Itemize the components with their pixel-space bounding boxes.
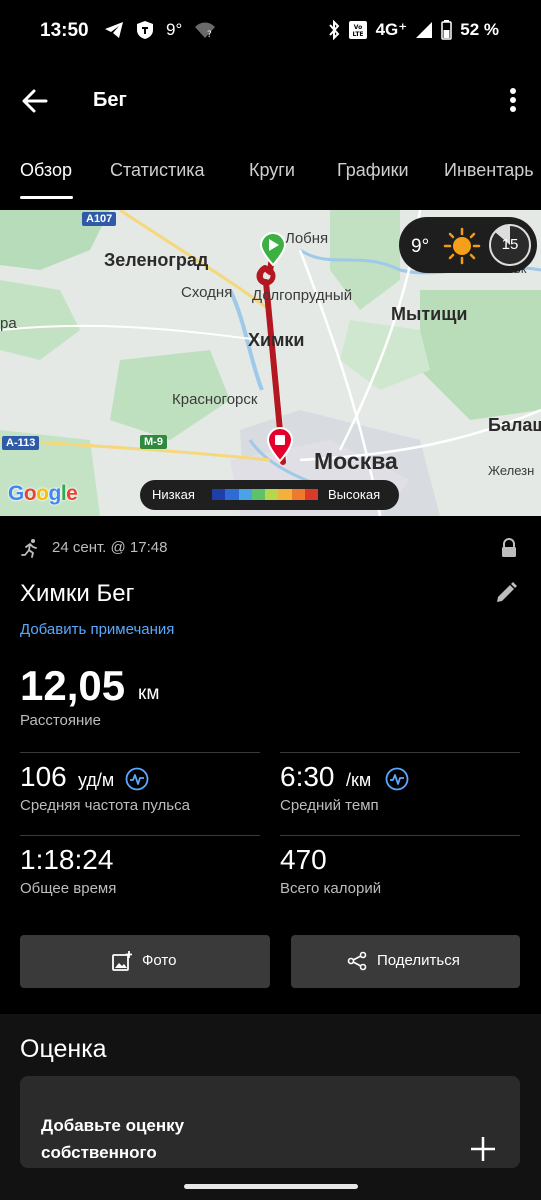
legend-low: Низкая (152, 487, 195, 502)
heart-rate-label: Средняя частота пульса (20, 797, 190, 814)
wifi-question-icon: ? (194, 21, 216, 39)
pace-value: 6:30 (280, 761, 335, 792)
more-vertical-icon (510, 88, 516, 112)
more-options-button[interactable] (505, 86, 521, 116)
back-button[interactable] (20, 86, 52, 116)
photo-button[interactable]: Фото (20, 935, 270, 988)
volte-icon: Vo LTE (348, 20, 368, 40)
evaluation-title: Оценка (20, 1035, 107, 1063)
distance-label: Расстояние (20, 712, 102, 729)
map-label-skhodnya: Сходня (181, 284, 233, 301)
svg-text:?: ? (207, 30, 212, 39)
tab-overview[interactable]: Обзор (20, 160, 72, 181)
plus-icon[interactable] (470, 1136, 496, 1162)
legend-color-bar (212, 489, 318, 500)
pace-unit: /км (346, 770, 372, 790)
map-label-left-edge: ра (0, 315, 17, 332)
svg-text:LTE: LTE (352, 31, 363, 38)
status-time: 13:50 (40, 20, 89, 41)
status-bar: 13:50 9° ? Vo LTE 4G⁺ 52 % (0, 0, 541, 64)
calories-value: 470 (280, 844, 327, 875)
pace-label: Средний темп (280, 797, 379, 814)
map-label-krasnogorsk: Красногорск (172, 391, 258, 408)
road-badge-m9: M-9 (140, 435, 167, 449)
edit-icon[interactable] (494, 581, 518, 605)
lock-icon[interactable] (500, 538, 518, 558)
road-badge-a107: A107 (82, 212, 117, 226)
tab-statistics[interactable]: Статистика (110, 160, 205, 181)
divider (280, 835, 520, 836)
share-button-label: Поделиться (377, 952, 460, 969)
map-label-zelenograd: Зеленоград (104, 250, 209, 270)
telegram-icon (104, 21, 124, 39)
distance-value: 12,05 (20, 662, 126, 709)
divider (20, 835, 260, 836)
divider (20, 752, 260, 753)
status-weather-temp: 9° (166, 20, 183, 39)
signal-icon (415, 21, 433, 39)
active-tab-indicator (20, 196, 73, 199)
activity-title: Химки Бег (20, 580, 135, 607)
battery-icon (441, 20, 452, 40)
legend-high: Высокая (328, 487, 381, 502)
tab-bar: Обзор Статистика Круги Графики Инвентарь (0, 150, 541, 202)
start-marker-icon (259, 232, 287, 266)
evaluation-card-text: Добавьте оценку собственного (41, 1116, 185, 1162)
tab-laps[interactable]: Круги (249, 160, 295, 181)
divider (280, 752, 520, 753)
total-time-label: Общее время (20, 880, 117, 897)
add-photo-icon (112, 951, 132, 971)
evaluation-card[interactable]: Добавьте оценку собственного (20, 1076, 520, 1168)
page-title: Бег (93, 89, 127, 111)
add-notes-link[interactable]: Добавить примечания (20, 621, 174, 638)
calories-label: Всего калорий (280, 880, 382, 897)
battery-percent: 52 % (460, 20, 499, 39)
finish-marker-icon (266, 427, 294, 462)
app-bar: Бег (0, 64, 541, 136)
map-label-zheleznodorozhny: Железн (488, 463, 535, 478)
heart-rate-icon[interactable] (125, 767, 149, 791)
distance-unit: км (138, 683, 160, 704)
total-time-value: 1:18:24 (20, 844, 114, 875)
pace-legend: Низкая Высокая (140, 480, 399, 510)
arrow-left-icon (22, 89, 48, 113)
map-label-lobnya: Лобня (285, 230, 329, 247)
network-type: 4G⁺ (375, 20, 408, 39)
wind-indicator: 15 (489, 224, 531, 266)
weather-temp: 9° (411, 236, 430, 257)
road-badge-a113: A-113 (2, 436, 40, 450)
route-map[interactable]: ра Зеленоград Сходня Лобня Долгопрудный … (0, 210, 541, 516)
home-indicator[interactable] (184, 1184, 358, 1189)
weather-widget[interactable]: 9° 15 (399, 217, 537, 273)
share-icon (347, 951, 367, 971)
sun-icon (443, 227, 481, 265)
google-logo: Google (8, 482, 78, 505)
heart-rate-unit: уд/м (78, 770, 115, 790)
running-icon (21, 539, 37, 558)
share-button[interactable]: Поделиться (291, 935, 520, 988)
heart-rate-value: 106 (20, 761, 67, 792)
map-label-moskva: Москва (314, 448, 398, 474)
pace-wave-icon[interactable] (385, 767, 409, 791)
activity-date: 24 сент. @ 17:48 (52, 539, 168, 556)
tab-charts[interactable]: Графики (337, 160, 409, 181)
map-label-khimki: Химки (248, 330, 305, 350)
map-label-mytishchi: Мытищи (391, 304, 468, 324)
shield-notification-icon (136, 20, 154, 40)
map-label-balashikha: Балаш (488, 415, 541, 435)
svg-text:Vo: Vo (353, 24, 361, 31)
tab-gear[interactable]: Инвентарь (444, 160, 534, 181)
photo-button-label: Фото (142, 952, 177, 969)
wind-speed: 15 (501, 236, 519, 253)
map-label-dolgoprudny: Долгопрудный (252, 287, 353, 304)
bluetooth-icon (328, 20, 340, 40)
